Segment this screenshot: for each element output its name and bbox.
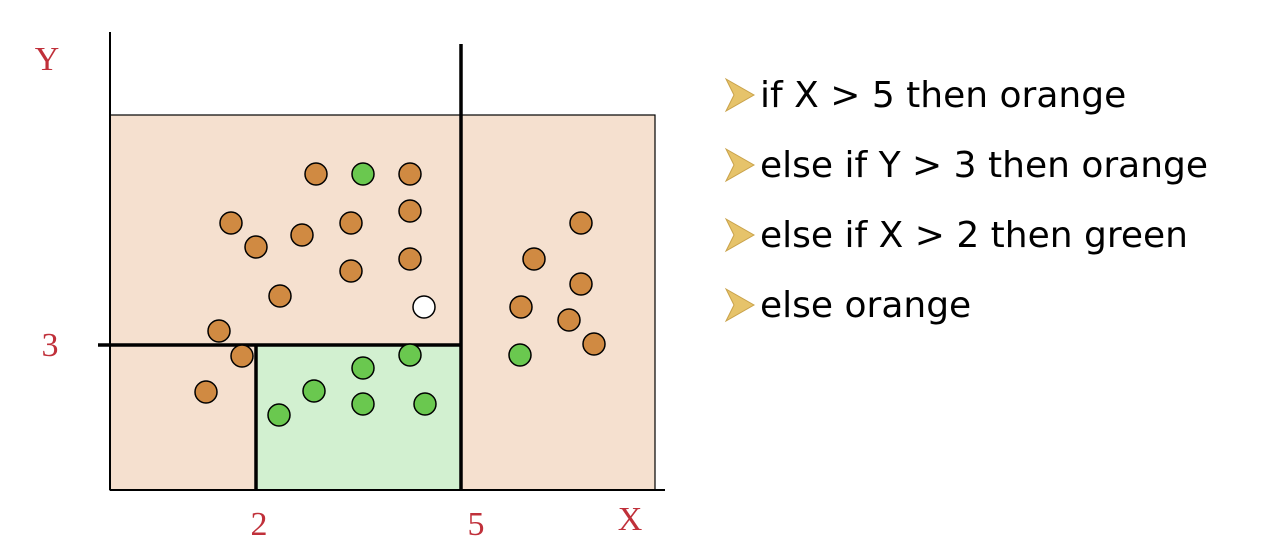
data-point-orange — [244, 235, 268, 259]
rule-text: else if Y > 3 then orange — [760, 144, 1209, 186]
region-lower-left-orange — [110, 345, 256, 490]
data-point-green — [351, 356, 375, 380]
data-point-orange — [509, 295, 533, 319]
data-point-orange — [339, 259, 363, 283]
arrowhead-bullet-icon — [724, 147, 756, 183]
y-axis-label: Y — [35, 41, 60, 78]
arrowhead-bullet-icon — [724, 217, 756, 253]
data-point-orange — [398, 162, 422, 186]
data-point-orange — [230, 344, 254, 368]
data-point-orange — [398, 199, 422, 223]
data-point-orange — [569, 211, 593, 235]
data-point-orange — [268, 284, 292, 308]
region-upper-left-orange — [110, 115, 461, 345]
data-point-green — [302, 379, 326, 403]
data-point-orange — [569, 272, 593, 296]
data-point-white — [412, 295, 436, 319]
rule-item: else if Y > 3 then orange — [722, 130, 1208, 200]
rule-text: else orange — [760, 284, 972, 326]
rule-text: if X > 5 then orange — [760, 74, 1127, 116]
x-axis-label: X — [618, 501, 643, 538]
x-split-label-2: 2 — [251, 506, 268, 543]
data-point-orange — [582, 332, 606, 356]
data-point-orange — [207, 319, 231, 343]
data-point-orange — [194, 380, 218, 404]
data-point-green — [398, 343, 422, 367]
region-right-orange — [461, 115, 655, 490]
data-point-orange — [522, 247, 546, 271]
data-point-orange — [398, 247, 422, 271]
arrowhead-bullet-icon — [724, 287, 756, 323]
data-point-green — [508, 343, 532, 367]
rule-item: if X > 5 then orange — [722, 60, 1208, 130]
data-point-orange — [219, 211, 243, 235]
data-point-green — [351, 162, 375, 186]
data-point-orange — [557, 308, 581, 332]
rule-item: else orange — [722, 270, 1208, 340]
rule-item: else if X > 2 then green — [722, 200, 1208, 270]
data-point-orange — [304, 162, 328, 186]
y-split-label-3: 3 — [42, 327, 59, 364]
data-point-orange — [290, 223, 314, 247]
arrowhead-bullet-icon — [724, 77, 756, 113]
rule-text: else if X > 2 then green — [760, 214, 1188, 256]
data-point-green — [351, 392, 375, 416]
x-split-label-5: 5 — [468, 506, 485, 543]
rule-list: if X > 5 then orange else if Y > 3 then … — [722, 60, 1208, 340]
data-point-orange — [339, 211, 363, 235]
decision-regions-diagram: Y 3 2 5 X — [35, 32, 665, 543]
data-point-green — [267, 403, 291, 427]
data-point-green — [413, 392, 437, 416]
